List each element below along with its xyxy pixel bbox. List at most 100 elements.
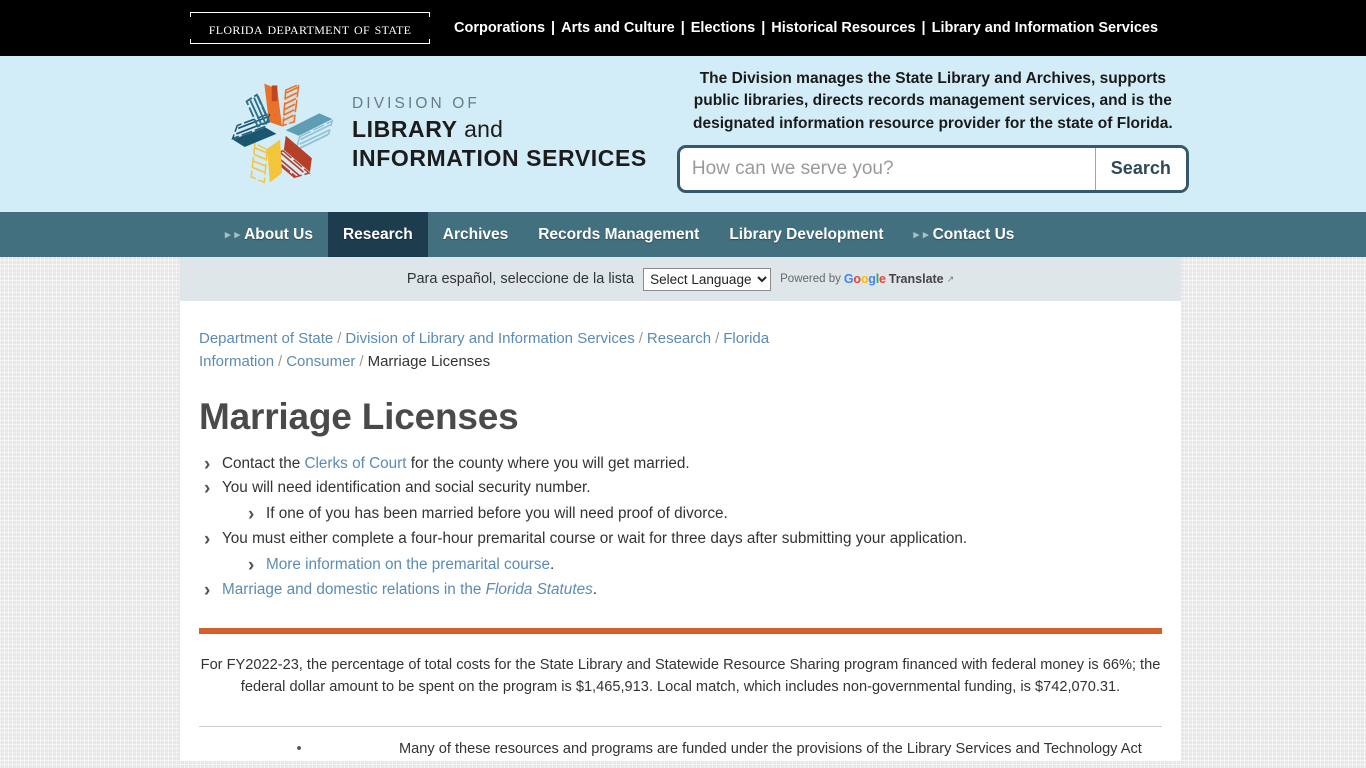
list-item-period: . bbox=[592, 580, 597, 598]
brand-word-and: and bbox=[464, 115, 504, 142]
breadcrumb-separator: / bbox=[715, 330, 720, 347]
list-item-text-suffix: for the county where you will get marrie… bbox=[406, 454, 690, 472]
nav-item-label: About Us bbox=[244, 225, 313, 243]
site-header: DIVISION OF LIBRARY and INFORMATION SERV… bbox=[0, 56, 1366, 212]
google-wordmark: Google bbox=[844, 272, 886, 286]
federal-funding-note: For FY2022-23, the percentage of total c… bbox=[200, 656, 1161, 696]
top-agency-bar: Florida Department of State Corporations… bbox=[0, 0, 1366, 56]
list-item-text-prefix: Contact the bbox=[222, 454, 305, 472]
nav-item-contact-us[interactable]: ▸ ▸ Contact Us bbox=[899, 212, 1030, 257]
agency-link-separator: | bbox=[761, 20, 766, 36]
sub-list-item-period: . bbox=[549, 555, 555, 573]
logo-tick-bottom-left bbox=[190, 39, 191, 44]
breadcrumb-item-division-of-library-and-information-services[interactable]: Division of Library and Information Serv… bbox=[345, 330, 634, 347]
breadcrumb-item-consumer[interactable]: Consumer bbox=[286, 353, 355, 370]
florida-statutes-italic: Florida Statutes bbox=[485, 580, 593, 598]
footer-divider bbox=[199, 726, 1162, 728]
brand-word-library: LIBRARY bbox=[352, 115, 458, 142]
main-navigation-items: ▸ ▸ About Us Research Archives Records M… bbox=[210, 212, 1029, 257]
logo-tick-bottom-right bbox=[429, 39, 430, 44]
google-translate-bar: Para español, seleccione de la lista Sel… bbox=[180, 257, 1181, 301]
agency-link-library-and-information-services[interactable]: Library and Information Services bbox=[932, 20, 1158, 36]
list-item: Contact the Clerks of Court for the coun… bbox=[199, 450, 1162, 479]
nav-item-label: Archives bbox=[442, 225, 509, 243]
nav-item-about-us[interactable]: ▸ ▸ About Us bbox=[210, 212, 328, 257]
agency-links: Corporations | Arts and Culture | Electi… bbox=[454, 20, 1158, 36]
breadcrumb-separator: / bbox=[278, 353, 283, 371]
brand-line-division-of: DIVISION OF bbox=[352, 95, 480, 113]
sub-list-item: If one of you has been married before yo… bbox=[243, 500, 1162, 529]
chevron-right-icon: ▸ bbox=[225, 229, 231, 241]
florida-statutes-link[interactable]: Marriage and domestic relations in the F… bbox=[222, 581, 593, 598]
breadcrumb: Department of State / Division of Library … bbox=[199, 327, 799, 374]
site-search: Search bbox=[676, 144, 1189, 193]
nav-item-library-development[interactable]: Library Development bbox=[714, 212, 898, 257]
page-body: Department of State / Division of Library … bbox=[180, 301, 1181, 761]
marriage-license-requirements-list: Contact the Clerks of Court for the coun… bbox=[199, 450, 1162, 606]
sub-list-item: More information on the premarital cours… bbox=[243, 551, 1162, 580]
header-right-column: The Division manages the State Library a… bbox=[676, 68, 1189, 193]
lsta-note-row: • Many of these resources and programs a… bbox=[199, 739, 1162, 761]
logo-rule-bottom bbox=[190, 43, 430, 44]
list-item: Marriage and domestic relations in the F… bbox=[199, 576, 1162, 605]
brand-line-library-and: LIBRARY and bbox=[352, 115, 647, 142]
google-letter-o1: o bbox=[853, 272, 861, 286]
list-item: You must either complete a four-hour pre… bbox=[199, 525, 1162, 580]
florida-department-of-state-logo[interactable]: Florida Department of State bbox=[188, 11, 432, 45]
division-brand-text: DIVISION OF LIBRARY and INFORMATION SERV… bbox=[352, 96, 647, 170]
nav-item-records-management[interactable]: Records Management bbox=[523, 212, 714, 257]
chevron-right-icon: ▸ bbox=[923, 229, 929, 241]
lsta-bullet-icon: • bbox=[296, 741, 302, 758]
nav-item-label: Contact Us bbox=[932, 225, 1015, 243]
premarital-course-link[interactable]: More information on the premarital cours… bbox=[266, 556, 550, 573]
logo-tick-top-right bbox=[429, 12, 430, 17]
orange-divider bbox=[199, 627, 1162, 634]
agency-link-arts-and-culture[interactable]: Arts and Culture bbox=[561, 20, 675, 36]
translate-instruction-label: Para español, seleccione de la lista bbox=[406, 271, 635, 287]
google-letter-e: e bbox=[878, 272, 886, 286]
page-title: Marriage Licenses bbox=[199, 395, 519, 437]
lsta-note-text: Many of these resources and programs are… bbox=[399, 741, 1142, 758]
logo-rule-top bbox=[190, 12, 430, 13]
logo-tick-top-left bbox=[190, 12, 191, 17]
breadcrumb-item-department-of-state[interactable]: Department of State bbox=[199, 330, 333, 347]
page-content-column: Para español, seleccione de la lista Sel… bbox=[180, 257, 1181, 762]
external-link-icon: ↗ bbox=[946, 273, 955, 284]
list-item: You will need identification and social … bbox=[199, 474, 1162, 529]
florida-statutes-link-prefix: Marriage and domestic relations in the bbox=[222, 580, 486, 598]
google-letter-g2: g bbox=[868, 272, 876, 286]
sub-list-item-text: If one of you has been married before yo… bbox=[266, 505, 728, 523]
translate-wordmark: Translate bbox=[888, 272, 944, 286]
clerks-of-court-link[interactable]: Clerks of Court bbox=[304, 455, 406, 472]
nav-item-label: Research bbox=[342, 225, 413, 243]
agency-link-elections[interactable]: Elections bbox=[691, 20, 755, 36]
chevron-right-icon: ▸ bbox=[913, 229, 920, 241]
search-button[interactable]: Search bbox=[1094, 147, 1186, 190]
chevron-right-icon: ▸ bbox=[234, 229, 241, 241]
nav-item-label: Library Development bbox=[729, 225, 884, 243]
division-tagline: The Division manages the State Library a… bbox=[692, 70, 1173, 132]
sub-list: If one of you has been married before yo… bbox=[243, 500, 1162, 529]
division-brand[interactable]: DIVISION OF LIBRARY and INFORMATION SERV… bbox=[226, 78, 647, 188]
agency-link-separator: | bbox=[680, 20, 685, 36]
agency-link-corporations[interactable]: Corporations bbox=[454, 20, 545, 36]
nav-item-label: Records Management bbox=[538, 225, 700, 243]
search-input[interactable] bbox=[679, 147, 1095, 190]
sub-list: More information on the premarital cours… bbox=[243, 551, 1162, 580]
powered-by-google-translate[interactable]: Powered by Google Translate ↗ bbox=[780, 272, 954, 286]
language-select[interactable]: Select Language bbox=[643, 267, 772, 291]
list-item-text: You must either complete a four-hour pre… bbox=[222, 530, 968, 548]
agency-link-separator: | bbox=[551, 20, 556, 36]
agency-link-separator: | bbox=[921, 20, 926, 36]
powered-by-label: Powered by bbox=[780, 273, 841, 285]
logo-text: Florida Department of State bbox=[208, 17, 412, 38]
nav-item-archives[interactable]: Archives bbox=[428, 212, 523, 257]
main-navigation: ▸ ▸ About Us Research Archives Records M… bbox=[0, 212, 1366, 257]
breadcrumb-separator: / bbox=[337, 330, 342, 347]
agency-link-historical-resources[interactable]: Historical Resources bbox=[771, 20, 915, 36]
breadcrumb-item-research[interactable]: Research bbox=[647, 330, 711, 347]
nav-item-research[interactable]: Research bbox=[327, 212, 428, 257]
brand-line-information-services: INFORMATION SERVICES bbox=[352, 144, 647, 171]
breadcrumb-item-current: Marriage Licenses bbox=[367, 353, 491, 371]
breadcrumb-separator: / bbox=[638, 330, 643, 347]
